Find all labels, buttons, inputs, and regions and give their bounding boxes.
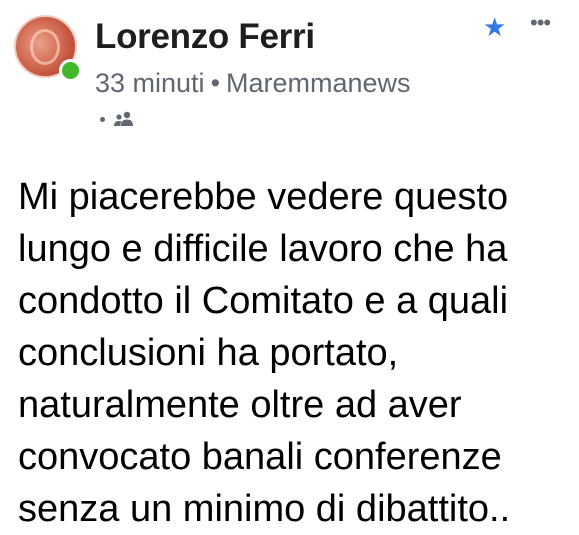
post-body-text: Mi piacerebbe vedere questo lungo e diff… xyxy=(18,176,511,530)
group-name[interactable]: Maremmanews xyxy=(226,68,411,98)
friends-icon xyxy=(114,111,133,126)
privacy-indicator[interactable] xyxy=(100,111,135,127)
online-status-icon xyxy=(59,59,82,82)
star-icon[interactable]: ★ xyxy=(483,14,506,40)
author-name[interactable]: Lorenzo Ferri xyxy=(95,17,315,57)
privacy-dot xyxy=(100,116,105,122)
post-timestamp[interactable]: 33 minuti xyxy=(95,68,205,98)
post-meta: 33 minuti • Maremmanews xyxy=(95,68,411,99)
more-options-icon[interactable]: ••• xyxy=(530,12,551,34)
meta-separator: • xyxy=(210,68,221,98)
